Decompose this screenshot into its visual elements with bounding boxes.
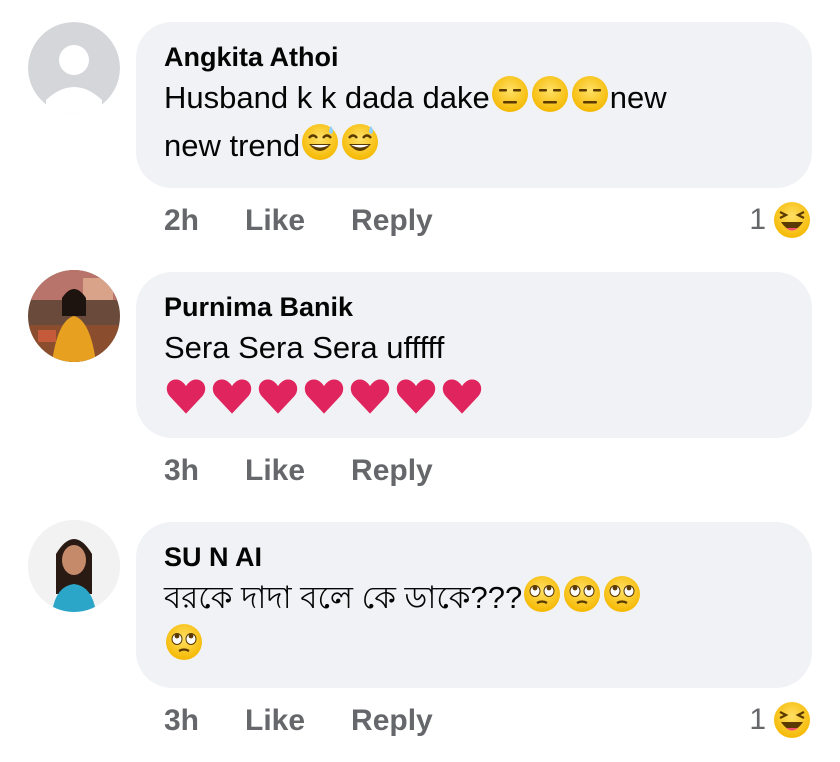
comment-time[interactable]: 3h <box>164 454 199 488</box>
comment-actions: 3h Like Reply <box>164 704 433 738</box>
comment-time[interactable]: 2h <box>164 204 199 238</box>
comment-text: বরকে দাদা বলে কে ডাকে??? <box>164 574 784 670</box>
rolling-eyes-face-icon <box>602 574 642 614</box>
grinning-sweat-face-icon <box>300 122 340 162</box>
comment-text: Husband k k dada dake new new trend <box>164 74 784 170</box>
red-heart-icon <box>164 374 208 418</box>
like-button[interactable]: Like <box>245 204 305 238</box>
rolling-eyes-face-icon <box>562 574 602 614</box>
grinning-sweat-face-icon <box>340 122 380 162</box>
comment-author[interactable]: SU N AI <box>164 540 784 574</box>
avatar[interactable] <box>28 270 120 362</box>
like-button[interactable]: Like <box>245 454 305 488</box>
comment-author[interactable]: Angkita Athoi <box>164 40 784 74</box>
red-heart-icon <box>302 374 346 418</box>
comment-actions: 2h Like Reply <box>164 204 433 238</box>
comment-text-line1-tail: new <box>609 80 667 115</box>
rolling-eyes-face-icon <box>522 574 562 614</box>
red-heart-icon <box>256 374 300 418</box>
rolling-eyes-face-icon <box>164 622 204 662</box>
comment-bubble: SU N AI বরকে দাদা বলে কে ডাকে??? <box>136 522 812 688</box>
comment-bubble: Purnima Banik Sera Sera Sera ufffff <box>136 272 812 438</box>
comment-text-line1: Husband k k dada dake <box>164 80 490 115</box>
reply-button[interactable]: Reply <box>351 204 433 238</box>
default-avatar-icon[interactable] <box>28 22 120 114</box>
expressionless-face-icon <box>490 74 530 114</box>
red-heart-icon <box>210 374 254 418</box>
comment-time[interactable]: 3h <box>164 704 199 738</box>
red-heart-icon <box>348 374 392 418</box>
avatar[interactable] <box>28 520 120 612</box>
expressionless-face-icon <box>530 74 570 114</box>
reaction-count: 1 <box>749 203 766 236</box>
reaction-count: 1 <box>749 703 766 736</box>
comment-author[interactable]: Purnima Banik <box>164 290 784 324</box>
comment-text-line2: new trend <box>164 128 301 163</box>
reaction-summary[interactable]: 1 <box>749 200 812 240</box>
comment-text: Sera Sera Sera ufffff <box>164 330 445 365</box>
red-heart-icon <box>440 374 484 418</box>
hearts-row <box>164 374 784 422</box>
reply-button[interactable]: Reply <box>351 454 433 488</box>
comment-actions: 3h Like Reply <box>164 454 433 488</box>
like-button[interactable]: Like <box>245 704 305 738</box>
red-heart-icon <box>394 374 438 418</box>
reply-button[interactable]: Reply <box>351 704 433 738</box>
haha-icon <box>772 200 812 240</box>
comment-text-line1: বরকে দাদা বলে কে ডাকে??? <box>164 580 523 615</box>
haha-icon <box>772 700 812 740</box>
expressionless-face-icon <box>570 74 610 114</box>
reaction-summary[interactable]: 1 <box>749 700 812 740</box>
comment-bubble: Angkita Athoi Husband k k dada dake new n… <box>136 22 812 188</box>
